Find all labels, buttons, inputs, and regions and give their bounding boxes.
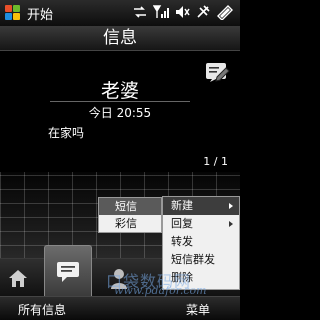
connectivity-icon [197, 5, 210, 18]
status-icons[interactable] [132, 4, 234, 20]
home-icon [9, 270, 27, 287]
message-body: 在家吗 [48, 126, 85, 140]
tab-contacts[interactable] [104, 259, 134, 297]
menu-item-new[interactable]: 新建 [163, 197, 239, 215]
menu-item-label: 新建 [171, 199, 193, 212]
contact-name: 老婆 [100, 80, 139, 102]
menu-softkey[interactable]: 菜单 [186, 301, 210, 318]
divider [50, 101, 190, 102]
submenu-arrow-icon [229, 221, 233, 227]
menu-item-reply[interactable]: 回复 [163, 215, 239, 233]
context-menu: 新建 回复 转发 短信群发 删除 [162, 196, 240, 290]
contact-icon [111, 269, 127, 289]
all-messages-softkey[interactable]: 所有信息 [18, 301, 66, 318]
menu-item-delete[interactable]: 删除 [163, 269, 239, 287]
battery-icon [217, 5, 233, 20]
menu-item-label: 短信群发 [171, 253, 215, 266]
messages-icon [57, 261, 79, 282]
message-timestamp: 今日 20:55 [88, 106, 152, 120]
menu-item-group-send[interactable]: 短信群发 [163, 251, 239, 269]
start-button[interactable]: 开始 [0, 0, 53, 26]
menu-item-label: 转发 [171, 235, 193, 248]
menu-item-forward[interactable]: 转发 [163, 233, 239, 251]
windows-logo-icon [5, 5, 21, 21]
tab-home[interactable] [0, 259, 36, 297]
start-label: 开始 [27, 7, 54, 23]
new-submenu: 短信 彩信 [98, 197, 162, 233]
tab-messages[interactable] [44, 245, 92, 297]
signal-icon [153, 5, 169, 18]
submenu-item-sms[interactable]: 短信 [99, 198, 161, 215]
softkey-bar: 所有信息 菜单 [0, 296, 240, 320]
submenu-arrow-icon [229, 203, 233, 209]
page-indicator: 1 / 1 [203, 155, 228, 168]
status-bar: 开始 [0, 0, 240, 26]
sync-icon [134, 6, 146, 18]
page-title: 信息 [0, 26, 240, 51]
menu-item-label: 回复 [171, 217, 193, 230]
menu-item-label: 删除 [171, 271, 193, 284]
volume-muted-icon [176, 6, 190, 18]
submenu-item-mms[interactable]: 彩信 [99, 215, 161, 232]
